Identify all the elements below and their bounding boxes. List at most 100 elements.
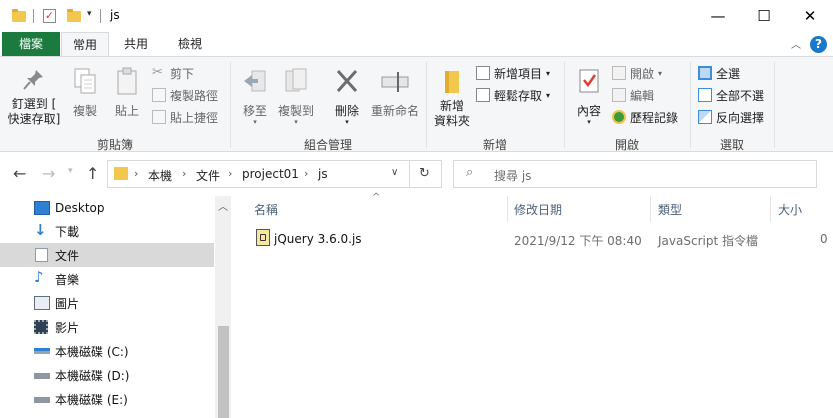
new-folder-label-line1: 新增 <box>439 99 464 113</box>
properties-quick-icon[interactable]: ✓ <box>43 9 56 23</box>
back-icon[interactable]: ← <box>13 164 26 183</box>
pin-quick-access-button[interactable]: 釘選到 [ 快速存取] <box>4 67 64 127</box>
new-item-icon <box>476 66 490 80</box>
column-header-name[interactable]: 名稱 <box>254 201 278 218</box>
breadcrumb-documents[interactable]: 文件 <box>196 167 220 184</box>
breadcrumb-js[interactable]: js <box>318 167 328 181</box>
nav-item-downloads[interactable]: ↓ 下載 <box>0 219 214 243</box>
delete-dropdown-icon: ▾ <box>345 118 349 126</box>
delete-button[interactable]: 刪除 ▾ <box>330 67 364 126</box>
up-icon[interactable]: ↑ <box>86 164 99 183</box>
file-modified: 2021/9/12 下午 08:40 <box>514 234 642 248</box>
nav-item-label: 音樂 <box>55 272 80 287</box>
new-folder-quick-icon[interactable] <box>67 9 81 22</box>
nav-item-drive-d[interactable]: 本機磁碟 (D:) <box>0 363 214 387</box>
column-header-date[interactable]: 修改日期 <box>514 201 562 218</box>
maximize-button[interactable]: ☐ <box>741 0 787 32</box>
breadcrumb-separator[interactable]: › <box>182 167 186 180</box>
breadcrumb-separator[interactable]: › <box>304 167 308 180</box>
cut-label: 剪下 <box>170 66 195 81</box>
new-folder-button[interactable]: 新增 資料夾 <box>430 67 474 129</box>
search-placeholder: 搜尋 js <box>494 169 532 183</box>
ribbon: 釘選到 [ 快速存取] 複製 貼上 ✂ 剪下 複製路徑 貼上捷徑 剪貼簿 移至 … <box>0 56 833 152</box>
navigation-pane: Desktop ↓ 下載 文件 ♪ 音樂 圖片 影片 本機磁碟 (C:) 本機磁… <box>0 196 231 418</box>
column-separator[interactable] <box>650 196 651 222</box>
nav-item-desktop[interactable]: Desktop <box>0 196 214 220</box>
column-separator[interactable] <box>507 196 508 222</box>
copy-path-button[interactable]: 複製路徑 <box>152 85 218 105</box>
rename-button[interactable]: 重新命名 <box>368 67 422 119</box>
table-row[interactable]: jQuery 3.6.0.js 2021/9/12 下午 08:40 JavaS… <box>232 225 833 251</box>
history-icon <box>612 110 626 124</box>
properties-button[interactable]: 內容 ▾ <box>572 67 606 126</box>
paste-label: 貼上 <box>114 104 139 118</box>
easy-access-icon <box>476 88 490 102</box>
nav-item-music[interactable]: ♪ 音樂 <box>0 267 214 291</box>
breadcrumb-project01[interactable]: project01 <box>242 167 299 181</box>
collapse-ribbon-icon[interactable]: ︿ <box>791 36 801 51</box>
quick-access-separator <box>33 9 34 23</box>
nav-item-drive-e[interactable]: 本機磁碟 (E:) <box>0 387 214 411</box>
tab-home[interactable]: 常用 <box>61 32 109 56</box>
minimize-button[interactable]: — <box>695 0 741 32</box>
select-none-button[interactable]: 全部不選 <box>698 85 764 105</box>
move-to-dropdown-icon: ▾ <box>253 118 257 126</box>
invert-selection-button[interactable]: 反向選擇 <box>698 107 764 127</box>
column-separator[interactable] <box>770 196 771 222</box>
breadcrumb-separator[interactable]: › <box>134 167 138 180</box>
nav-item-documents[interactable]: 文件 <box>0 243 214 267</box>
breadcrumb-this-pc[interactable]: 本機 <box>148 167 172 184</box>
pin-label-line2: 快速存取] <box>7 112 61 126</box>
copy-path-icon <box>152 88 166 102</box>
paste-shortcut-button[interactable]: 貼上捷徑 <box>152 107 218 127</box>
scissors-icon: ✂ <box>152 65 163 80</box>
nav-item-label: 文件 <box>55 248 80 263</box>
cut-button[interactable]: ✂ 剪下 <box>152 63 194 83</box>
column-header-type[interactable]: 類型 <box>658 201 682 218</box>
search-field[interactable]: ⌕ 搜尋 js <box>453 160 817 188</box>
move-to-button[interactable]: 移至 ▾ <box>236 67 274 126</box>
nav-scrollbar-thumb[interactable] <box>218 326 229 418</box>
column-header-size[interactable]: 大小 <box>778 201 802 218</box>
title-bar: ✓ ▾ js — ☐ ✕ <box>0 0 833 32</box>
tab-share[interactable]: 共用 <box>112 32 160 56</box>
tab-file[interactable]: 檔案 <box>2 32 60 56</box>
customize-quick-access-icon[interactable]: ▾ <box>87 9 92 19</box>
forward-icon[interactable]: → <box>42 164 55 183</box>
breadcrumb-separator[interactable]: › <box>228 167 232 180</box>
nav-item-pictures[interactable]: 圖片 <box>0 291 214 315</box>
open-dropdown-icon: ▾ <box>658 68 663 78</box>
new-item-button[interactable]: 新增項目 ▾ <box>476 63 550 83</box>
copy-button[interactable]: 複製 <box>66 67 104 119</box>
copy-to-button[interactable]: 複製到 ▾ <box>276 67 316 126</box>
open-label: 開啟 <box>630 66 655 81</box>
help-icon[interactable]: ? <box>810 36 827 53</box>
edit-button[interactable]: 編輯 <box>612 85 654 105</box>
refresh-button[interactable]: ↻ <box>410 160 442 188</box>
close-button[interactable]: ✕ <box>787 0 833 32</box>
paste-button[interactable]: 貼上 <box>108 67 146 119</box>
pictures-icon <box>34 296 50 310</box>
history-label: 歷程記錄 <box>630 110 679 125</box>
address-field[interactable]: › 本機 › 文件 › project01 › js ∨ <box>107 160 410 188</box>
easy-access-button[interactable]: 輕鬆存取 ▾ <box>476 85 550 105</box>
nav-item-videos[interactable]: 影片 <box>0 315 214 339</box>
properties-label: 內容 <box>576 104 601 118</box>
nav-item-label: 下載 <box>55 224 80 239</box>
address-history-dropdown-icon[interactable]: ∨ <box>391 167 398 178</box>
open-button[interactable]: 開啟 ▾ <box>612 63 662 83</box>
history-button[interactable]: 歷程記錄 <box>612 107 678 127</box>
javascript-file-icon <box>256 229 270 246</box>
file-list: ^ 名稱 修改日期 類型 大小 jQuery 3.6.0.js 2021/9/1… <box>232 192 833 418</box>
select-all-icon <box>698 66 712 80</box>
file-name[interactable]: jQuery 3.6.0.js <box>274 232 362 246</box>
new-group-label: 新增 <box>482 138 507 152</box>
scroll-up-icon[interactable]: ︿ <box>218 198 228 213</box>
select-all-button[interactable]: 全選 <box>698 63 740 83</box>
new-item-label: 新增項目 <box>494 66 543 81</box>
new-item-dropdown-icon: ▾ <box>546 68 551 78</box>
recent-locations-icon[interactable]: ▾ <box>68 166 73 176</box>
desktop-icon <box>34 201 50 215</box>
tab-view[interactable]: 檢視 <box>166 32 214 56</box>
nav-item-drive-c[interactable]: 本機磁碟 (C:) <box>0 339 214 363</box>
